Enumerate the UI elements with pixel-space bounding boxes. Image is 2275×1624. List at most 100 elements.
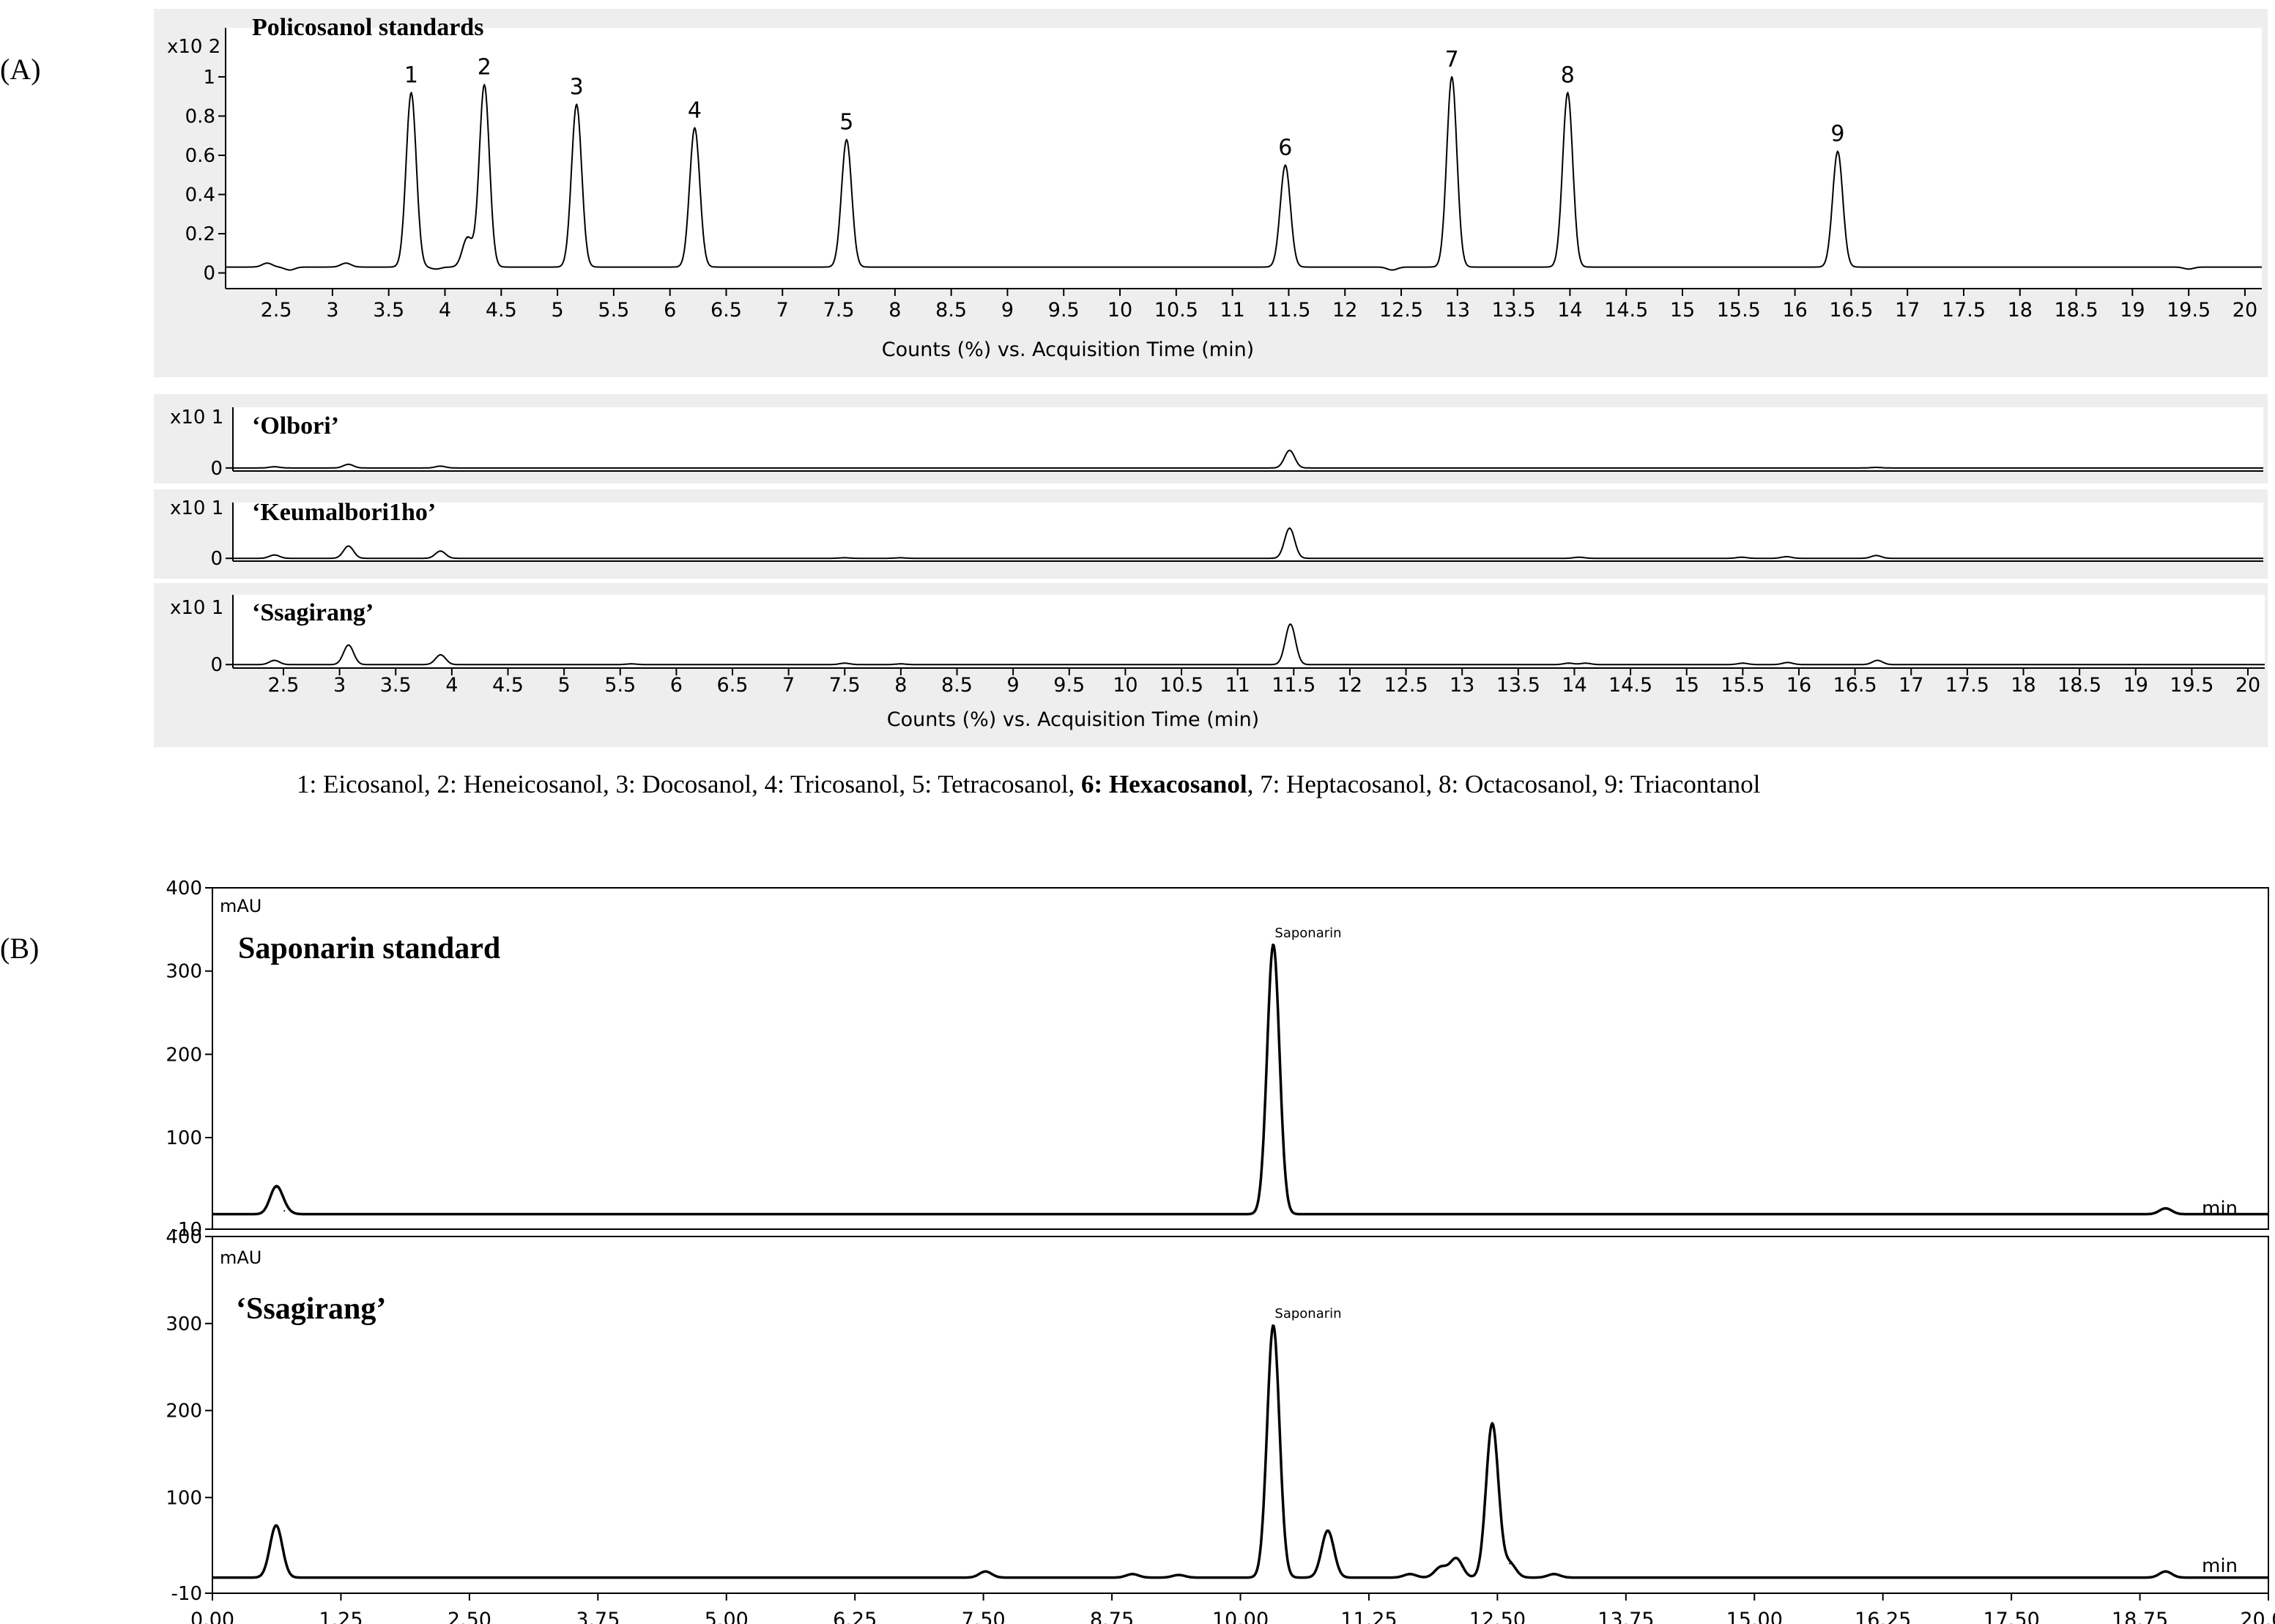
x-tick-label: 2.5 [261,299,292,322]
plot-frame [212,887,2269,1230]
chart-title: ‘Ssagirang’ [252,599,374,626]
y-tick-label: 0.4 [185,185,215,207]
peak-label: Saponarin [1274,1306,1341,1321]
x-tick-label: 6.5 [717,674,749,697]
y-multiplier: x10 1 [170,407,223,429]
y-axis-label: mAU [220,896,261,916]
legend-part-1: 6: Hexacosanol [1081,770,1247,798]
peak-point [1875,467,1877,469]
x-unit-label: min [2202,1198,2238,1220]
x-tick-label: 4.5 [492,674,524,697]
peak-point [1584,662,1586,664]
x-tick-label: 3 [326,299,338,322]
y-tick-label: 100 [166,1487,202,1509]
peak-point [631,663,633,665]
peak-point [1455,1557,1458,1560]
x-tick-label: 15.5 [1721,674,1764,697]
peak-point [410,92,412,94]
chart-title: ‘Olbori’ [252,412,339,440]
x-tick-label: 15 [1674,674,1699,697]
x-tick-label: 18.75 [2112,1609,2168,1624]
chart-title: Saponarin standard [238,932,500,965]
peak-point [435,268,437,270]
figure: (A) (B) Policosanol standards x10 2 0 0.2 0.… [0,9,2275,1624]
peak-point [2164,1207,2167,1209]
x-tick-label: 6 [664,299,676,322]
x-tick-label: 15 [1670,299,1695,322]
peak-point [273,554,275,556]
peak-point [844,662,846,664]
peak-point [899,663,902,665]
peak-point [899,557,902,559]
peak-label: 8 [1561,62,1575,88]
x-tick-label: 12.5 [1379,299,1423,322]
peak-point [1836,150,1838,152]
peak-point [467,237,469,239]
peak-point [1178,1574,1180,1576]
y-tick-label: 0.2 [185,223,215,245]
peak-point [439,550,442,552]
y-tick-label: 0 [210,458,223,480]
plot-area [226,28,2262,289]
x-tick-label: 17 [1895,299,1920,322]
x-tick-label: 12 [1337,674,1362,697]
panel-b-label: (B) [0,932,39,965]
x-tick-label: 14 [1557,299,1582,322]
peak-point [1567,662,1570,664]
y-axis-label: mAU [220,1247,261,1268]
peak-point [1567,92,1569,94]
x-tick-label: 14 [1562,674,1586,697]
chart-title: ‘Ssagirang’ [236,1292,386,1326]
peak-point [347,545,349,547]
x-tick-label: 4 [445,674,458,697]
peak-point [1288,449,1291,451]
x-tick-label: 7.50 [962,1609,1006,1624]
peak-label: 7 [1445,47,1459,73]
x-tick-label: 10.5 [1154,299,1198,322]
peak-point [283,1209,286,1212]
peak-point [1440,1566,1442,1568]
x-unit-label: min [2202,1555,2238,1577]
x-tick-label: 11.25 [1340,1609,1397,1624]
peak-point [1288,527,1291,530]
x-tick-label: 10 [1107,299,1132,322]
y-tick-label: 400 [166,1226,202,1248]
x-tick-label: 6.5 [710,299,742,322]
x-tick-label: 11 [1225,674,1250,697]
x-tick-label: 13.75 [1597,1609,1654,1624]
x-tick-label: 16.25 [1855,1609,1911,1624]
x-tick-label: 18 [2008,299,2033,322]
x-axis-label: Counts (%) vs. Acquisition Time (min) [882,338,1254,361]
peak-point [1786,555,1788,557]
x-tick-label: 9 [1007,674,1020,697]
x-tick-label: 16 [1782,299,1807,322]
peak-point [1578,556,1580,558]
x-tick-label: 16.5 [1833,674,1877,697]
y-tick-label: 0 [210,654,223,676]
x-tick-label: 18.5 [2057,674,2101,697]
peak-point [483,84,486,86]
chart-title: Policosanol standards [252,14,483,41]
x-tick-label: 14.5 [1604,299,1648,322]
y-tick-label: 200 [166,1401,202,1423]
x-tick-label: 18.5 [2055,299,2098,322]
peak-label: Saponarin [1274,925,1341,941]
y-tick-label: 0.8 [185,105,215,127]
peak-point [1132,1573,1134,1575]
peak-label: 1 [404,62,418,88]
x-tick-label: 19 [2123,674,2148,697]
x-tick-label: 8.75 [1090,1609,1134,1624]
peak-point [347,644,349,646]
peak-point [345,262,347,264]
y-tick-label: 0 [210,548,223,570]
x-tick-label: 10.5 [1159,674,1203,697]
chart-b-saponarin-standard: Saponarin standardmAU-10100200300400minS… [166,878,2269,1241]
y-multiplier: x10 1 [170,497,223,519]
y-tick-label: 300 [166,1313,202,1335]
chart-b-ssagirang: ‘Ssagirang’ mAU -10 100 200 300 400 0.00 1.25 2.5… [166,1226,2275,1624]
legend-part-0: 1: Eicosanol, 2: Heneicosanol, 3: Docosa… [297,770,1081,798]
chart-a-standards: Policosanol standards x10 2 0 0.2 0.4 0.6 0.8 1… [154,9,2268,377]
peak-point [984,1571,987,1573]
x-tick-label: 13 [1450,674,1474,697]
peak-point [1451,75,1453,78]
